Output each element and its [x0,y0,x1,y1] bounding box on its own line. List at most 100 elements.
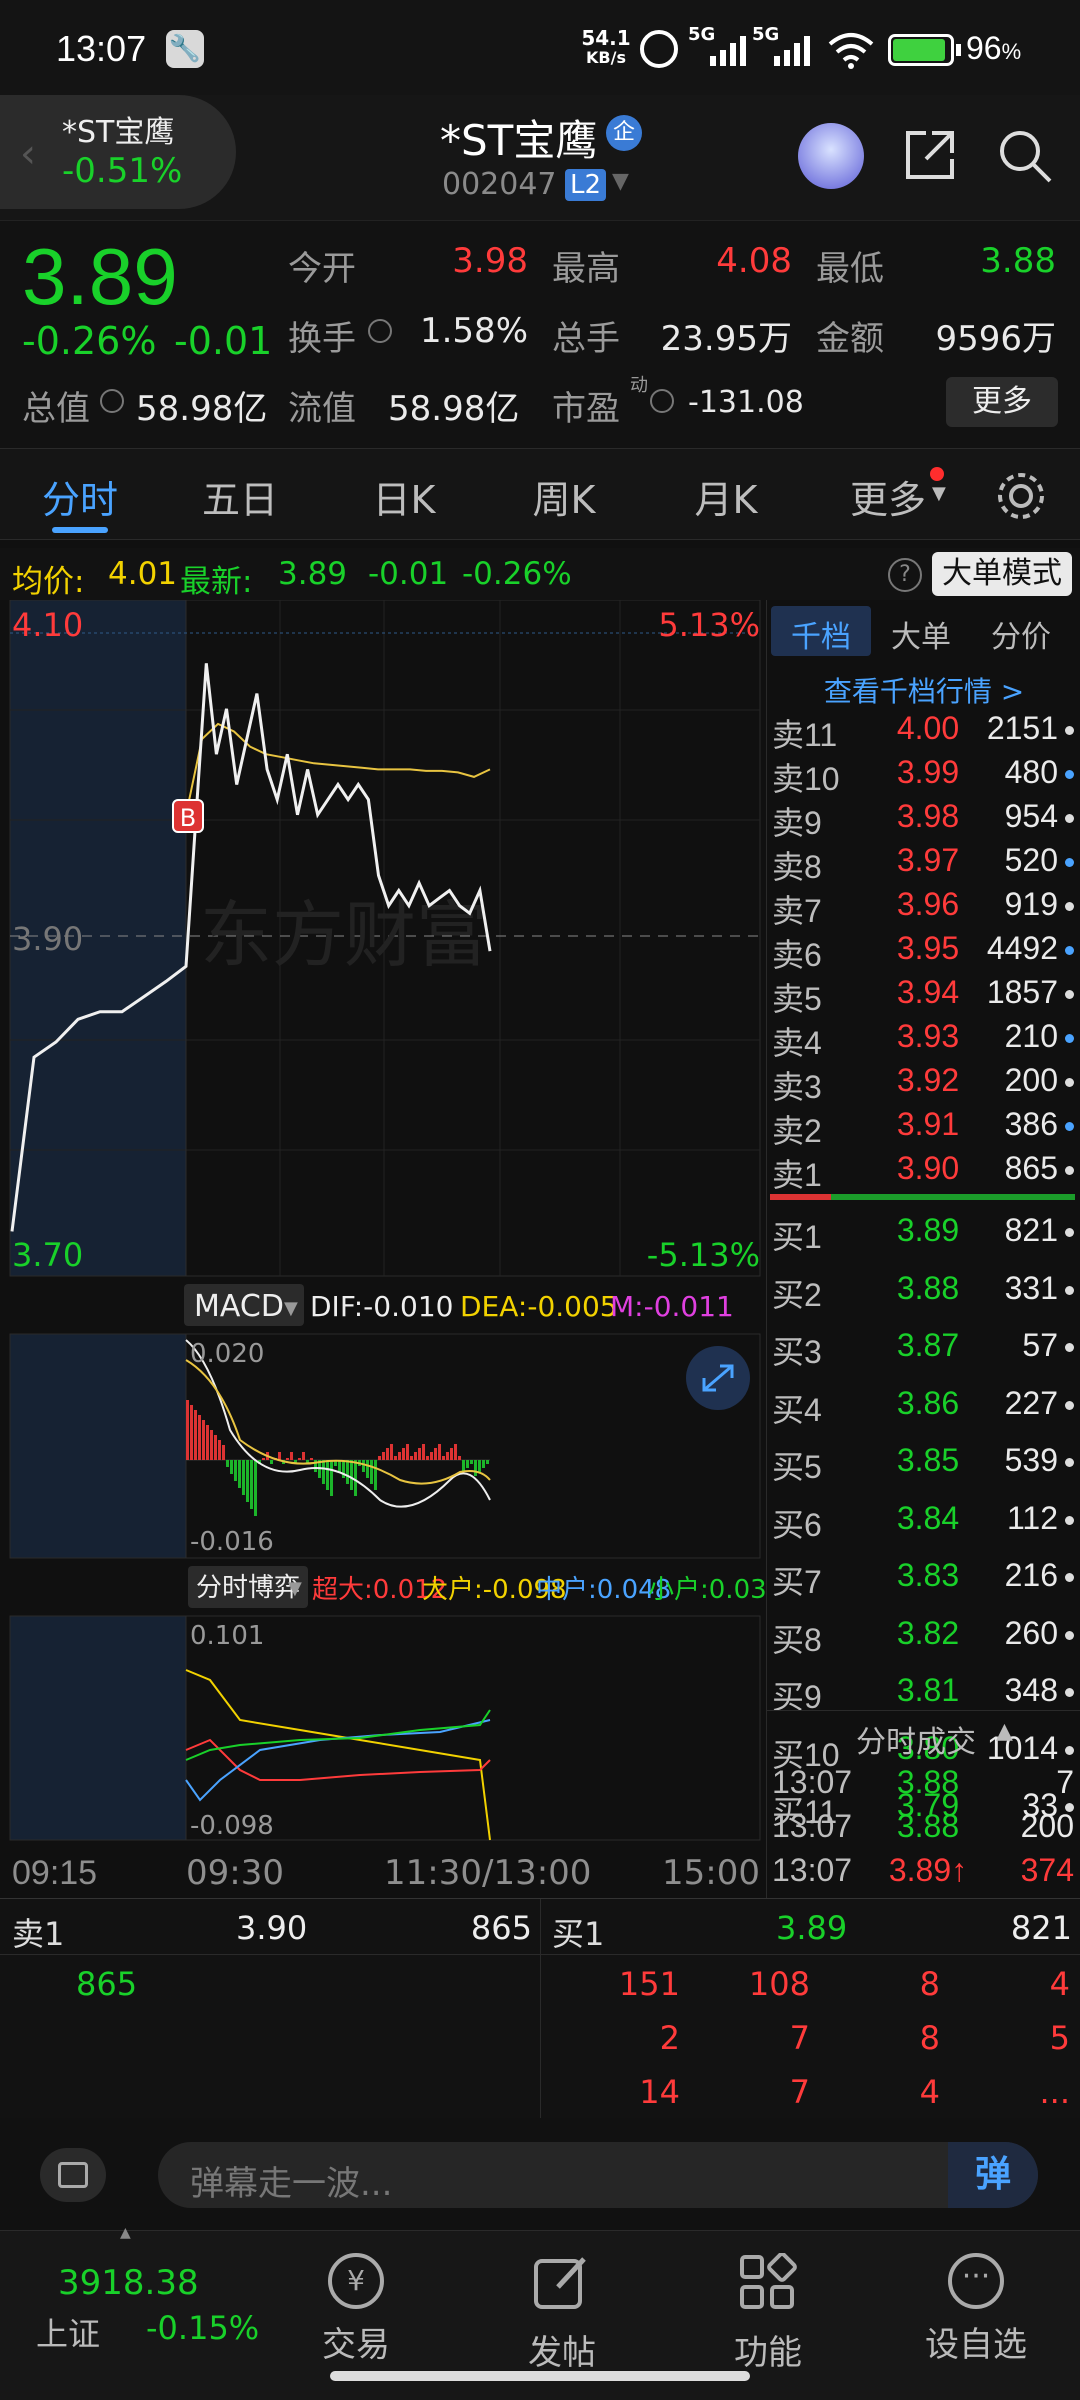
nav-post[interactable]: 发帖 [482,2247,642,2374]
ask-row[interactable]: 卖4 3.93 210 [768,1018,1080,1062]
bid-level: 买6 [772,1506,822,1543]
ask-row[interactable]: 卖8 3.97 520 [768,842,1080,886]
index-value: 3918.38 [58,2263,199,2303]
turnover-label: 换手 [288,319,356,359]
ticks-header[interactable]: 分时成交 ▲ [766,1710,1080,1760]
view-depth-link[interactable]: 查看千档行情 > [767,670,1080,710]
ask-row[interactable]: 卖5 3.94 1857 [768,974,1080,1018]
danmu-bar: 弹幕走一波... 弹 [0,2118,1080,2230]
tab-five-day[interactable]: 五日 [170,469,310,524]
tick-volume: 200 [1020,1808,1074,1844]
danmu-send-button[interactable]: 弹 [948,2142,1038,2208]
info-icon[interactable] [100,389,124,413]
intraday-chart[interactable]: 东方财富 B 4.10 5.13% 3.90 3.70 -5.13% MACD … [0,600,766,1898]
search-icon[interactable] [996,127,1054,185]
orderbook-tab-price[interactable]: 分价 [971,612,1071,656]
bid-row[interactable]: 买6 3.84 112 [768,1500,1080,1544]
float-cap-value: 58.98亿 [388,389,520,429]
nav-functions-label: 功能 [734,2333,802,2373]
info-icon[interactable] [368,319,392,343]
bid-row[interactable]: 买8 3.82 260 [768,1615,1080,1659]
pe-dynamic-sup: 动 [630,375,648,396]
y-max-label: 4.10 [12,606,83,644]
previous-stock-button[interactable]: ‹ *ST宝鹰 -0.51% [0,95,236,209]
macd-bar [218,1440,221,1460]
macd-bar [422,1444,425,1460]
help-icon[interactable]: ? [888,558,922,592]
quote-panel: 3.89 -0.26% -0.01 今开 3.98 最高 4.08 最低 3.8… [0,220,1080,448]
bid1-label: 买1 [552,1915,605,1953]
assistant-robot-icon[interactable] [798,123,864,189]
high-label: 最高 [552,249,620,289]
bid-row[interactable]: 买7 3.83 216 [768,1557,1080,1601]
danmu-input[interactable]: 弹幕走一波... [158,2142,1038,2208]
gear-icon[interactable] [994,469,1048,523]
amount-label: 金额 [816,319,884,359]
macd-bar [366,1460,369,1478]
macd-bar [458,1456,461,1460]
status-time: 13:07 [56,28,147,69]
orderbook-tab-bigorder[interactable]: 大单 [871,612,971,656]
macd-bar [482,1460,485,1468]
ask-row[interactable]: 卖10 3.99 480 [768,754,1080,798]
nav-functions[interactable]: 功能 [688,2247,848,2374]
change-amount: -0.01 [174,319,273,363]
ask-row[interactable]: 卖7 3.96 919 [768,886,1080,930]
tick-price: 3.89↑ [888,1852,968,1888]
tab-weekly-k[interactable]: 周K [494,469,634,524]
ask-row[interactable]: 卖1 3.90 865 [768,1150,1080,1194]
ask-row[interactable]: 卖9 3.98 954 [768,798,1080,842]
ask-row[interactable]: 卖3 3.92 200 [768,1062,1080,1106]
bid-queue-item: 108 [748,1965,810,2003]
battery-percent: 96% [966,30,1022,66]
macd-bar [426,1456,429,1460]
big-order-mode-button[interactable]: 大单模式 [932,552,1072,596]
avg-price-label: 均价: [12,564,85,600]
tick-time: 13:07 [772,1808,853,1844]
intraday-info-bar: 均价: 4.01 最新: 3.89 -0.01 -0.26% ? 大单模式 [0,548,1080,600]
bid-row[interactable]: 买3 3.87 57 [768,1327,1080,1371]
macd-top-label: 0.020 [190,1339,264,1369]
danmu-settings-icon[interactable] [40,2148,106,2202]
nav-add-watchlist[interactable]: ··· 设自选 [896,2247,1056,2366]
index-ticker[interactable]: 3918.38 上证 -0.15% [20,2251,260,2361]
macd-bar [430,1452,433,1460]
bid-row[interactable]: 买5 3.85 539 [768,1442,1080,1486]
macd-bar [418,1448,421,1460]
level2-badge[interactable]: L2 [565,169,607,201]
bid-queue-item: 4 [919,2073,940,2111]
info-icon[interactable] [650,389,674,413]
danmu-placeholder: 弹幕走一波... [190,2164,393,2204]
tab-intraday[interactable]: 分时 [10,469,150,524]
bid-row[interactable]: 买4 3.86 227 [768,1385,1080,1429]
ask-row[interactable]: 卖6 3.95 4492 [768,930,1080,974]
macd-bar [438,1444,441,1460]
battery-icon [888,34,954,66]
bid-volume: 227 [1004,1384,1058,1421]
signal-bars-icon-2 [774,36,810,66]
macd-bar [210,1430,213,1460]
ask-price: 3.93 [896,1018,960,1054]
ask-volume: 865 [1004,1150,1058,1186]
macd-bar [270,1460,273,1464]
bid-price: 3.86 [896,1384,960,1421]
tab-monthly-k[interactable]: 月K [656,469,796,524]
ask-row[interactable]: 卖11 4.00 2151 [768,710,1080,754]
bid-row[interactable]: 买2 3.88 331 [768,1270,1080,1314]
ask-row[interactable]: 卖2 3.91 386 [768,1106,1080,1150]
bid1-price: 3.89 [776,1909,848,1947]
orderbook-tab-depth[interactable]: 千档 [771,612,871,656]
ask-price: 3.97 [896,842,960,878]
nav-trade[interactable]: ¥ 交易 [276,2247,436,2366]
tab-daily-k[interactable]: 日K [334,469,474,524]
share-icon[interactable] [902,127,958,183]
bid-volume: 539 [1004,1442,1058,1478]
more-button[interactable]: 更多 [946,377,1058,427]
ask-dot [1065,1034,1074,1043]
bid-row[interactable]: 买1 3.89 821 [768,1212,1080,1256]
open-label: 今开 [288,249,356,289]
macd-bar [406,1444,409,1460]
macd-bar [462,1460,465,1472]
signal-bars-icon [710,36,746,66]
macd-bar [466,1460,469,1468]
